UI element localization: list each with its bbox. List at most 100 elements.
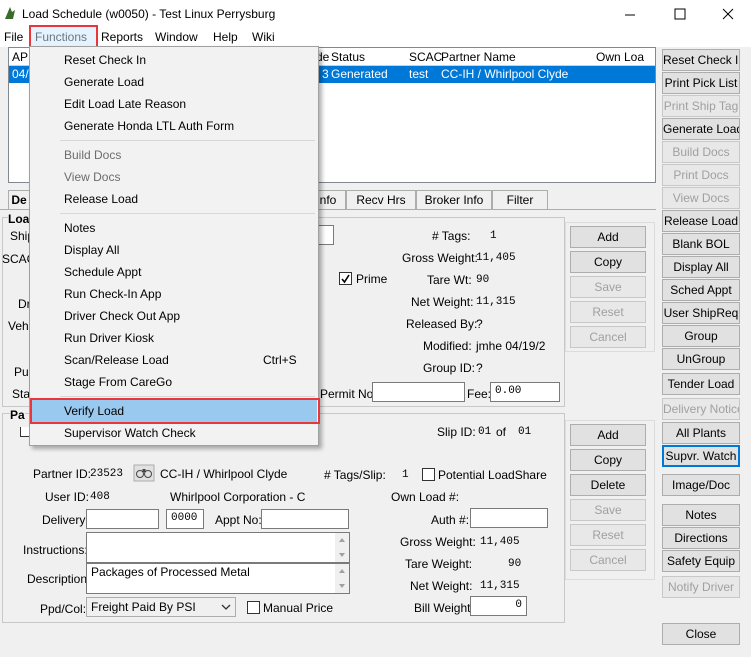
permit-input[interactable] — [372, 382, 465, 402]
slip-delete-button[interactable]: Delete — [570, 474, 646, 496]
notify-driver-button[interactable]: Notify Driver — [662, 576, 740, 598]
auth-input[interactable] — [470, 508, 548, 528]
manual-price-label: Manual Price — [263, 601, 334, 615]
tare-weight-value: 90 — [476, 274, 490, 286]
menu-item-build-docs[interactable]: Build Docs — [31, 144, 317, 166]
menu-item-edit-load-late-reason[interactable]: Edit Load Late Reason — [31, 93, 317, 115]
grid-header-partner[interactable]: Partner Name — [441, 50, 516, 64]
menu-item-driver-check-out-app[interactable]: Driver Check Out App — [31, 305, 317, 327]
appt-no-input[interactable] — [261, 509, 349, 529]
all-plants-button[interactable]: All Plants — [662, 422, 740, 444]
grid-header-scac[interactable]: SCAC — [409, 50, 442, 64]
potential-loadshare-label: Potential LoadShare — [438, 468, 547, 482]
menu-item-supervisor-watch-check[interactable]: Supervisor Watch Check — [31, 422, 317, 444]
description-textarea[interactable]: Packages of Processed Metal — [86, 563, 350, 594]
menu-help[interactable]: Help — [213, 30, 238, 44]
safety-equip-button[interactable]: Safety Equip — [662, 550, 740, 572]
prime-checkbox[interactable] — [339, 272, 352, 285]
blank-bol-button[interactable]: Blank BOL — [662, 233, 740, 255]
generate-load-button[interactable]: Generate Load — [662, 118, 740, 140]
display-all-button[interactable]: Display All — [662, 256, 740, 278]
tab-broker-info[interactable]: Broker Info — [416, 190, 492, 210]
ppd-col-label: Ppd/Col: — [40, 602, 87, 616]
load-cancel-button[interactable]: Cancel — [570, 326, 646, 348]
load-add-button[interactable]: Add — [570, 226, 646, 248]
row-scac: test — [409, 67, 429, 81]
instructions-scrollbar[interactable] — [335, 533, 349, 562]
load-save-button[interactable]: Save — [570, 276, 646, 298]
menu-item-reset-check-in[interactable]: Reset Check In — [31, 49, 317, 71]
instructions-label: Instructions: — [23, 543, 88, 557]
slip-add-button[interactable]: Add — [570, 424, 646, 446]
directions-button[interactable]: Directions — [662, 527, 740, 549]
print-pick-list-button[interactable]: Print Pick List — [662, 72, 740, 94]
slip-reset-button[interactable]: Reset — [570, 524, 646, 546]
slip-save-button[interactable]: Save — [570, 499, 646, 521]
row-de: 3 — [322, 67, 329, 81]
ppd-col-select[interactable]: Freight Paid By PSI — [86, 597, 236, 617]
release-load-button[interactable]: Release Load — [662, 210, 740, 232]
partner-id-value: 23523 — [90, 468, 124, 480]
print-ship-tag-button[interactable]: Print Ship Tag — [662, 95, 740, 117]
ungroup-button[interactable]: UnGroup — [662, 348, 740, 370]
tab-recv-hrs[interactable]: Recv Hrs — [346, 190, 416, 210]
menu-item-generate-load[interactable]: Generate Load — [31, 71, 317, 93]
delivery-date-input[interactable] — [86, 509, 159, 529]
reset-check-in-button[interactable]: Reset Check In — [662, 49, 740, 71]
tender-load-button[interactable]: Tender Load — [662, 373, 740, 395]
load-reset-button[interactable]: Reset — [570, 301, 646, 323]
view-docs-button[interactable]: View Docs — [662, 187, 740, 209]
manual-price-checkbox[interactable] — [247, 601, 260, 614]
supvr-watch-button[interactable]: Supvr. Watch — [662, 445, 740, 467]
sched-appt-button[interactable]: Sched Appt — [662, 279, 740, 301]
grid-header-status[interactable]: Status — [331, 50, 365, 64]
slip-copy-button[interactable]: Copy — [570, 449, 646, 471]
tab-details[interactable]: De — [8, 190, 30, 210]
menu-item-schedule-appt[interactable]: Schedule Appt — [31, 261, 317, 283]
close-window-icon[interactable] — [722, 8, 734, 20]
grid-header-own-load[interactable]: Own Loa — [596, 50, 644, 64]
print-docs-button[interactable]: Print Docs — [662, 164, 740, 186]
notes-button[interactable]: Notes — [662, 504, 740, 526]
delivery-time-input[interactable]: 0000 — [166, 509, 204, 529]
instructions-textarea[interactable] — [86, 532, 350, 563]
minimize-icon[interactable] — [624, 9, 636, 21]
menu-item-view-docs[interactable]: View Docs — [31, 166, 317, 188]
menu-window[interactable]: Window — [155, 30, 198, 44]
close-button[interactable]: Close — [662, 623, 740, 645]
menu-item-release-load[interactable]: Release Load — [31, 188, 317, 210]
net-weight-label-2: Net Weight: — [410, 579, 473, 593]
menu-item-run-check-in-app[interactable]: Run Check-In App — [31, 283, 317, 305]
menu-item-scan-release-load[interactable]: Scan/Release Load Ctrl+S — [31, 349, 317, 371]
user-shipreq-button[interactable]: User ShipReq — [662, 302, 740, 324]
menu-wiki[interactable]: Wiki — [252, 30, 275, 44]
delivery-label: Delivery: — [42, 513, 89, 527]
bill-weight-input[interactable]: 0 — [470, 596, 527, 616]
fee-input[interactable]: 0.00 — [490, 382, 560, 402]
menu-file[interactable]: File — [4, 30, 23, 44]
menu-reports[interactable]: Reports — [101, 30, 143, 44]
slip-total-value: 01 — [518, 426, 532, 438]
build-docs-button[interactable]: Build Docs — [662, 141, 740, 163]
chevron-down-icon — [221, 604, 231, 610]
tab-filter[interactable]: Filter — [492, 190, 548, 210]
released-by-value: ? — [476, 317, 483, 331]
slip-cancel-button[interactable]: Cancel — [570, 549, 646, 571]
scroll-arrows-icon — [339, 538, 345, 557]
menu-item-stage-from-carego[interactable]: Stage From CareGo — [31, 371, 317, 393]
group-button[interactable]: Group — [662, 325, 740, 347]
gross-weight-label-2: Gross Weight: — [400, 535, 476, 549]
description-scrollbar[interactable] — [335, 564, 349, 593]
menu-item-generate-honda-ltl-auth-form[interactable]: Generate Honda LTL Auth Form — [31, 115, 317, 137]
image-doc-button[interactable]: Image/Doc — [662, 474, 740, 496]
delivery-notice-button[interactable]: Delivery Notice — [662, 398, 740, 420]
binoculars-icon[interactable] — [133, 464, 155, 482]
menu-item-display-all[interactable]: Display All — [31, 239, 317, 261]
verify-load-highlight-box — [30, 398, 320, 424]
menu-item-run-driver-kiosk[interactable]: Run Driver Kiosk — [31, 327, 317, 349]
menu-item-notes[interactable]: Notes — [31, 217, 317, 239]
potential-loadshare-checkbox[interactable] — [422, 468, 435, 481]
maximize-icon[interactable] — [674, 8, 686, 20]
modified-label: Modified: — [423, 339, 472, 353]
load-copy-button[interactable]: Copy — [570, 251, 646, 273]
